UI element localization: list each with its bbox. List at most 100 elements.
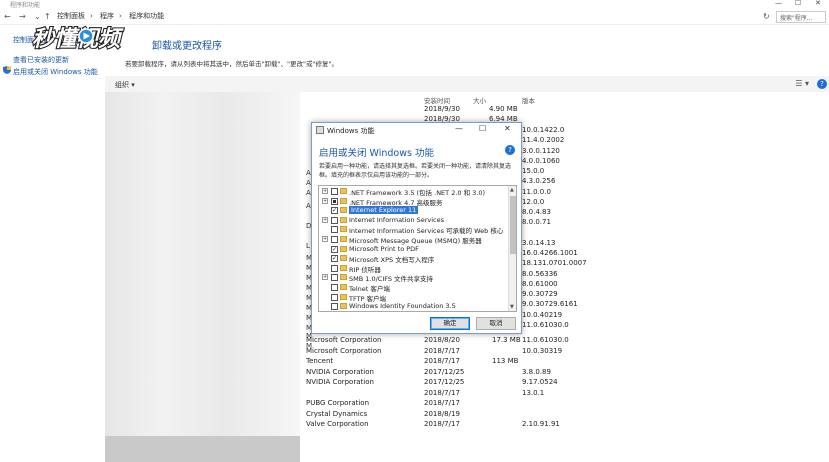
feature-label[interactable]: Internet Information Services 可承载的 Web 核… [349, 225, 503, 235]
feature-item[interactable]: + .NET Framework 4.7 高级服务 [319, 197, 507, 207]
expand-icon[interactable]: + [322, 236, 328, 242]
feature-item[interactable]: ✓ Microsoft Print to PDF [319, 245, 507, 255]
feature-item[interactable]: TFTP 客户端 [319, 293, 507, 303]
column-header-size[interactable]: 大小 [473, 95, 486, 105]
features-tree[interactable]: ▲ ▼ + .NET Framework 3.5 (包括 .NET 2.0 和 3… [318, 185, 517, 312]
feature-checkbox[interactable] [331, 188, 338, 195]
breadcrumb-programs-features[interactable]: 程序和功能 [129, 12, 164, 20]
feature-checkbox[interactable] [331, 293, 338, 301]
feature-checkbox[interactable] [331, 197, 338, 205]
feature-label[interactable]: Telnet 客户端 [349, 283, 390, 293]
row-version: 13.0.1 [522, 388, 545, 397]
address-bar[interactable]: 控制面板 › 程序 › 程序和功能 [57, 11, 757, 23]
feature-checkbox[interactable] [331, 216, 338, 224]
feature-checkbox[interactable] [331, 284, 338, 291]
scroll-down-icon[interactable]: ▼ [510, 304, 514, 310]
feature-item[interactable]: + SMB 1.0/CIFS 文件共享支持 [319, 273, 507, 283]
feature-checkbox[interactable] [331, 236, 338, 243]
row-size: 17.3 MB [492, 336, 521, 344]
help-icon[interactable]: ? [817, 79, 827, 89]
feature-checkbox[interactable] [331, 274, 338, 282]
expand-icon[interactable]: + [322, 216, 328, 223]
tree-scrollbar[interactable]: ▲ ▼ [508, 186, 516, 311]
feature-label[interactable]: TFTP 客户端 [349, 293, 386, 303]
blurred-column [105, 92, 300, 462]
expand-icon[interactable]: + [322, 188, 328, 194]
breadcrumb-control-panel[interactable]: 控制面板 [57, 12, 85, 20]
row-version: 9.17.0524 [522, 378, 558, 386]
version-cell: 12.0.0 [522, 197, 545, 206]
feature-item[interactable]: Telnet 客户端 [319, 283, 507, 293]
version-cell: 11.0.0.0 [522, 187, 551, 196]
version-cell: 8.0.61000 [522, 279, 558, 288]
scroll-up-icon[interactable]: ▲ [510, 187, 514, 193]
row-publisher: NVIDIA Corporation [306, 378, 374, 386]
column-header-version[interactable]: 版本 [522, 95, 535, 105]
close-button[interactable]: ✕ [815, 0, 821, 7]
organize-menu[interactable]: 组织 ▾ [115, 80, 135, 90]
feature-label[interactable]: Microsoft XPS 文档写入程序 [349, 254, 434, 264]
feature-label[interactable]: Microsoft Message Queue (MSMQ) 服务器 [349, 235, 482, 245]
row-version: 10.0.30319 [522, 346, 563, 355]
feature-checkbox[interactable]: ✓ [331, 245, 338, 253]
page-subtext: 若要卸载程序，请从列表中将其选中，然后单击"卸载"、"更改"或"修复"。 [125, 60, 338, 68]
feature-label[interactable]: .NET Framework 4.7 高级服务 [349, 197, 443, 207]
row-publisher: PUBG Corporation [306, 399, 370, 407]
view-updates-link[interactable]: 查看已安装的更新 [13, 55, 69, 65]
feature-item[interactable]: ✓ Internet Explorer 11 [319, 206, 507, 216]
breadcrumb-programs[interactable]: 程序 [100, 12, 114, 20]
feature-checkbox[interactable]: ✓ [331, 207, 338, 215]
forward-arrow-icon[interactable]: → [19, 12, 26, 21]
expand-icon[interactable]: + [322, 197, 328, 204]
search-input[interactable]: 搜索"程序... [776, 11, 826, 23]
feature-label[interactable]: Internet Information Services [349, 216, 444, 224]
dialog-close-button[interactable]: ✕ [504, 124, 511, 133]
feature-item[interactable]: + .NET Framework 3.5 (包括 .NET 2.0 和 3.0) [319, 187, 507, 197]
expand-icon[interactable]: + [322, 274, 328, 281]
feature-checkbox[interactable]: ✓ [331, 255, 338, 263]
version-cell: 9.0.30729 [522, 290, 558, 298]
refresh-icon[interactable]: ↻ [763, 12, 770, 21]
left-pane: 控制面板主页 查看已安装的更新 启用或关闭 Windows 功能 [0, 26, 105, 462]
feature-checkbox[interactable] [331, 264, 338, 272]
row-version: 2.10.91.91 [522, 420, 560, 428]
feature-item[interactable]: Windows Identity Foundation 3.5 [319, 302, 507, 311]
up-arrow-icon[interactable]: ↑ [44, 12, 51, 21]
version-cell: 16.0.4266.1001 [522, 249, 578, 257]
scroll-thumb[interactable] [510, 196, 516, 254]
feature-label[interactable]: RIP 侦听器 [349, 264, 381, 274]
feature-checkbox[interactable] [331, 303, 338, 311]
feature-item[interactable]: + Microsoft Message Queue (MSMQ) 服务器 [319, 235, 507, 245]
folder-icon [340, 303, 347, 310]
ok-button[interactable]: 确定 [430, 317, 470, 330]
windows-features-link[interactable]: 启用或关闭 Windows 功能 [13, 67, 98, 77]
row-version: 11.0.61030.0 [522, 336, 569, 344]
feature-label[interactable]: Windows Identity Foundation 3.5 [349, 302, 456, 310]
recent-dropdown-icon[interactable]: ⌄ [34, 12, 41, 21]
back-arrow-icon[interactable]: ← [4, 12, 11, 21]
dialog-help-icon[interactable]: ? [505, 145, 515, 155]
folder-icon [340, 207, 347, 214]
feature-label[interactable]: .NET Framework 3.5 (包括 .NET 2.0 和 3.0) [349, 187, 485, 197]
version-cell: 3.0.14.13 [522, 238, 556, 247]
feature-item[interactable]: RIP 侦听器 [319, 264, 507, 274]
dialog-maximize-button[interactable]: ☐ [479, 124, 486, 133]
folder-icon [340, 197, 347, 204]
folder-icon [340, 216, 347, 223]
feature-label[interactable]: SMB 1.0/CIFS 文件共享支持 [349, 273, 433, 283]
dialog-minimize-button[interactable]: — [455, 124, 463, 133]
minimize-button[interactable]: — [775, 0, 782, 7]
feature-item[interactable]: Internet Information Services 可承载的 Web 核… [319, 225, 507, 235]
feature-label[interactable]: Microsoft Print to PDF [349, 245, 419, 253]
feature-item[interactable]: ✓ Microsoft XPS 文档写入程序 [319, 254, 507, 264]
svg-text:秒懂视频: 秒懂视频 [32, 27, 124, 52]
feature-item[interactable]: + Internet Information Services [319, 216, 507, 226]
view-options-icon[interactable]: ☰ ▾ [795, 79, 809, 88]
feature-checkbox[interactable] [331, 226, 338, 234]
list-toolbar: 组织 ▾ ☰ ▾ ? [105, 76, 829, 92]
cancel-button[interactable]: 取消 [476, 317, 516, 330]
row-publisher: Valve Corporation [306, 420, 369, 428]
feature-label[interactable]: Internet Explorer 11 [349, 206, 419, 215]
column-header-installed[interactable]: 安装时间 [424, 95, 450, 105]
maximize-button[interactable]: ☐ [795, 0, 801, 7]
